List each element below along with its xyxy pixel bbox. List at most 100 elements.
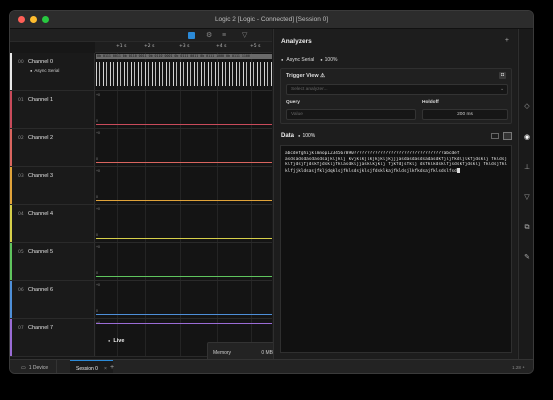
session-tab[interactable]: Session 0 × [70, 360, 113, 373]
gridline [145, 205, 146, 242]
add-analyzer-button[interactable]: + [505, 37, 509, 44]
gridline [251, 281, 252, 318]
timeline-tick: +1 s [116, 44, 127, 49]
window-title: Logic 2 [Logic - Connected] [Session 0] [214, 16, 329, 23]
channel-label[interactable]: 03 Channel 3 [12, 167, 95, 204]
trigger-settings-icon[interactable]: ◘ [499, 72, 506, 79]
level-high-label: +0 [96, 93, 100, 97]
waveform-pane: ⚙ ≡ ▽ +1 s +2 s +3 s +4 s +5 s 00 Channe… [10, 29, 272, 359]
timeline-tick: +2 s [144, 44, 155, 49]
gridline [180, 205, 181, 242]
table-view-icon[interactable] [491, 133, 499, 139]
channel-number: 03 [18, 174, 24, 179]
channel-plot[interactable]: 0b 0111 0011 0b 0110 0011 0b 0110 0001 0… [96, 53, 272, 90]
timing-icon[interactable]: ⊥ [522, 163, 532, 173]
extensions-icon[interactable]: ⧉ [522, 223, 532, 233]
minimize-window-button[interactable] [30, 16, 37, 23]
holdoff-input[interactable]: 200 ms [422, 109, 508, 120]
close-window-button[interactable] [18, 16, 25, 23]
channel-plot[interactable]: +0 0 [96, 91, 272, 128]
channel-plot[interactable]: +0 0 [96, 243, 272, 280]
gridline [251, 205, 252, 242]
channel-plot[interactable]: +0 0 [96, 129, 272, 166]
channel-name: Channel 3 [28, 173, 54, 179]
channel-plot[interactable]: +0 0 [96, 281, 272, 318]
new-session-button[interactable]: + [110, 360, 114, 373]
timeline-ruler[interactable]: +1 s +2 s +3 s +4 s +5 s [95, 42, 272, 53]
timeline-tick: +5 s [250, 44, 261, 49]
channel-label[interactable]: 07 Channel 7 [12, 319, 95, 356]
terminal-line: klfjdsjfjdskfjdskljfklasdkljjasklkjklj f… [285, 162, 507, 167]
channel-label[interactable]: 06 Channel 6 [12, 281, 95, 318]
notes-icon[interactable]: ✎ [522, 253, 532, 263]
channel-name: Channel 5 [28, 249, 54, 255]
channel-label[interactable]: 02 Channel 2 [12, 129, 95, 166]
channel-plot[interactable]: +0 0 [96, 167, 272, 204]
trigger-view-title[interactable]: Trigger View ⚠ [286, 73, 325, 79]
channel-number: 01 [18, 98, 24, 103]
signal-line [96, 323, 272, 324]
gear-icon[interactable]: ⚙ [206, 32, 213, 39]
title-bar: Logic 2 [Logic - Connected] [Session 0] [10, 11, 533, 29]
gridline [217, 281, 218, 318]
channel-number: 00 [18, 60, 24, 65]
analyzer-select[interactable]: Select analyzer... ⌄ [286, 84, 508, 95]
memory-value: 0 MB [261, 350, 273, 356]
session-tab-label: Session 0 [76, 366, 98, 372]
gridline [217, 205, 218, 242]
signal-line [96, 314, 272, 315]
analyzers-title: Analyzers [281, 38, 312, 45]
live-indicator[interactable]: Live [108, 338, 124, 344]
close-icon[interactable]: × [104, 366, 107, 372]
level-low-label: 0 [96, 309, 98, 313]
timeline-tick: +4 s [216, 44, 227, 49]
channel-label[interactable]: 01 Channel 1 [12, 91, 95, 128]
channel-row: 05 Channel 5 +0 0 [10, 243, 272, 281]
gridline [251, 167, 252, 204]
channel-plot[interactable]: +0 0 [96, 205, 272, 242]
query-label: Query [286, 100, 300, 105]
gridline [145, 129, 146, 166]
filter-icon[interactable]: ▽ [242, 32, 249, 39]
gridline [145, 319, 146, 356]
query-input[interactable]: Value [286, 109, 416, 120]
terminal-view-icon[interactable] [503, 132, 512, 140]
gridline [145, 91, 146, 128]
channel-name: Channel 4 [28, 211, 54, 217]
level-high-label: +0 [96, 169, 100, 173]
maximize-window-button[interactable] [42, 16, 49, 23]
channel-name: Channel 2 [28, 135, 54, 141]
level-low-label: 0 [96, 157, 98, 161]
trigger-view-box: Trigger View ⚠ ◘ Select analyzer... ⌄ Qu… [280, 68, 512, 124]
gridline [117, 205, 118, 242]
gridline [251, 129, 252, 166]
level-high-label: +0 [96, 207, 100, 211]
menu-icon[interactable]: ≡ [222, 32, 229, 39]
record-button[interactable] [188, 32, 195, 39]
gridline [217, 129, 218, 166]
holdoff-label: Holdoff [422, 100, 439, 105]
level-high-label: +0 [96, 245, 100, 249]
analyzer-item[interactable]: ●Async Serial 100% [281, 57, 337, 63]
channel-row: 06 Channel 6 +0 0 [10, 281, 272, 319]
channel-name: Channel 7 [28, 325, 54, 331]
gridline [251, 243, 252, 280]
analyzer-icon[interactable]: ◉ [522, 133, 532, 143]
data-terminal[interactable]: abcdefghijklmnop1234567890??????????????… [280, 145, 512, 353]
marker-icon[interactable]: ▽ [522, 193, 532, 203]
channel-label[interactable]: 04 Channel 4 [12, 205, 95, 242]
gridline [117, 281, 118, 318]
channel-label[interactable]: 05 Channel 5 [12, 243, 95, 280]
signal-line [96, 238, 272, 239]
layers-icon[interactable]: ◇ [522, 102, 532, 112]
device-button[interactable]: 1 Device [13, 360, 58, 373]
signal-line [96, 124, 272, 125]
serial-waveform [96, 62, 272, 86]
gridline [217, 91, 218, 128]
gridline [217, 167, 218, 204]
level-high-label: +0 [96, 283, 100, 287]
side-rail: ◇ ◉ ⊥ ▽ ⧉ ✎ [518, 29, 533, 359]
channel-row: 01 Channel 1 +0 0 [10, 91, 272, 129]
channel-label[interactable]: 00 Channel 0 Async Serial [12, 53, 95, 90]
decoded-data-bar[interactable]: 0b 0111 0011 0b 0110 0011 0b 0110 0001 0… [96, 54, 272, 59]
